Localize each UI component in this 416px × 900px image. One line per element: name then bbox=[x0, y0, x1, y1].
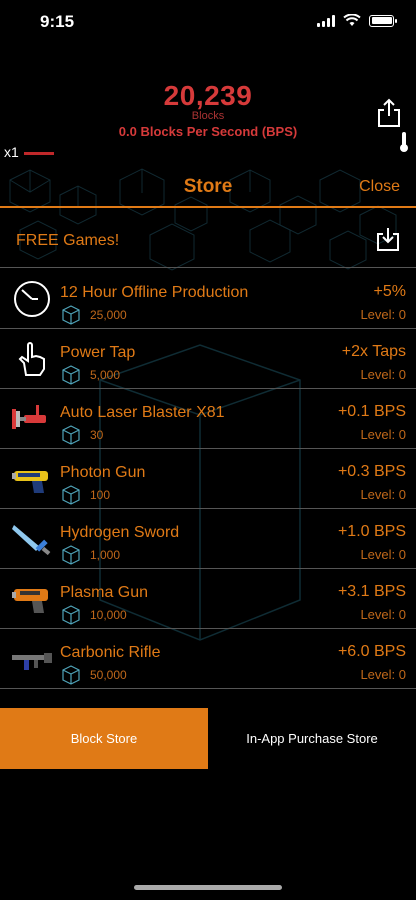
item-cost: 100 bbox=[90, 488, 111, 502]
item-effect: +6.0 BPS bbox=[337, 643, 406, 660]
item-effect: +2x Taps bbox=[341, 343, 406, 360]
store-item[interactable]: Power Tap 5,000 +2x Taps Level: 0 bbox=[0, 329, 416, 389]
item-cost: 50,000 bbox=[90, 668, 127, 682]
item-name: Carbonic Rifle bbox=[60, 644, 161, 661]
store-item[interactable]: Carbonic Rifle 50,000 +6.0 BPS Level: 0 bbox=[0, 629, 416, 689]
status-time: 9:15 bbox=[40, 12, 75, 31]
item-level: Level: 0 bbox=[360, 367, 406, 382]
store-item[interactable]: Auto Laser Blaster X81 30 +0.1 BPS Level… bbox=[0, 389, 416, 449]
tap-hand-icon bbox=[18, 342, 45, 376]
block-cube-icon bbox=[62, 365, 80, 385]
home-indicator[interactable] bbox=[134, 885, 282, 890]
store-item[interactable]: Plasma Gun 10,000 +3.1 BPS Level: 0 bbox=[0, 569, 416, 629]
block-cube-icon bbox=[62, 305, 80, 325]
bps-label: 0.0 Blocks Per Second (BPS) bbox=[118, 124, 298, 139]
item-name: Auto Laser Blaster X81 bbox=[60, 404, 225, 421]
store-item[interactable]: Photon Gun 100 +0.3 BPS Level: 0 bbox=[0, 449, 416, 509]
item-effect: +0.1 BPS bbox=[337, 403, 406, 420]
tab-block-store[interactable]: Block Store bbox=[0, 708, 208, 769]
multiplier-bar bbox=[24, 152, 54, 155]
block-cube-icon bbox=[62, 425, 80, 445]
item-level: Level: 0 bbox=[360, 487, 406, 502]
plasma-gun-icon bbox=[12, 589, 48, 613]
block-count: 20,239 bbox=[163, 80, 253, 111]
item-level: Level: 0 bbox=[360, 607, 406, 622]
item-level: Level: 0 bbox=[360, 547, 406, 562]
battery-icon bbox=[369, 14, 397, 27]
block-cube-icon bbox=[62, 485, 80, 505]
store-title: Store bbox=[183, 176, 233, 197]
item-effect: +3.1 BPS bbox=[337, 583, 406, 600]
item-level: Level: 0 bbox=[360, 667, 406, 682]
block-cube-icon bbox=[62, 665, 80, 685]
item-cost: 10,000 bbox=[90, 608, 127, 622]
item-effect: +1.0 BPS bbox=[337, 523, 406, 540]
item-cost: 30 bbox=[90, 428, 104, 442]
clock-icon bbox=[14, 281, 50, 317]
item-effect: +0.3 BPS bbox=[337, 463, 406, 480]
rifle-icon bbox=[12, 653, 52, 670]
item-cost: 25,000 bbox=[90, 308, 127, 322]
store-item[interactable]: Hydrogen Sword 1,000 +1.0 BPS Level: 0 bbox=[0, 509, 416, 569]
status-icons bbox=[317, 14, 397, 27]
item-cost: 5,000 bbox=[90, 368, 121, 382]
cellular-signal-icon bbox=[317, 14, 335, 27]
item-cost: 1,000 bbox=[90, 548, 121, 562]
item-name: Power Tap bbox=[60, 344, 136, 361]
multiplier-label: x1 bbox=[4, 144, 19, 160]
free-games-label: FREE Games! bbox=[16, 232, 120, 249]
sword-icon bbox=[12, 525, 51, 556]
download-icon[interactable] bbox=[376, 226, 400, 252]
store-header: Store Close bbox=[0, 168, 416, 208]
item-level: Level: 0 bbox=[360, 307, 406, 322]
score-header: 20,239 Blocks 0.0 Blocks Per Second (BPS… bbox=[0, 80, 416, 139]
block-cube-icon bbox=[62, 545, 80, 565]
item-level: Level: 0 bbox=[360, 427, 406, 442]
blocks-label: Blocks bbox=[191, 110, 225, 122]
free-games-row[interactable]: FREE Games! bbox=[0, 210, 416, 268]
block-cube-icon bbox=[62, 605, 80, 625]
close-button[interactable]: Close bbox=[359, 178, 400, 196]
store-tab-bar: Block Store In-App Purchase Store bbox=[0, 708, 416, 769]
store-item[interactable]: 12 Hour Offline Production 25,000 +5% Le… bbox=[0, 269, 416, 329]
item-name: Hydrogen Sword bbox=[60, 524, 180, 541]
item-name: Plasma Gun bbox=[60, 584, 149, 601]
wifi-icon bbox=[343, 14, 361, 26]
status-bar: 9:15 bbox=[0, 0, 416, 44]
store-item-list[interactable]: 12 Hour Offline Production 25,000 +5% Le… bbox=[0, 269, 416, 708]
item-effect: +5% bbox=[373, 283, 406, 300]
item-name: Photon Gun bbox=[60, 464, 146, 481]
share-icon[interactable] bbox=[376, 98, 402, 128]
photon-gun-icon bbox=[12, 471, 48, 493]
laser-blaster-icon bbox=[12, 405, 46, 429]
tab-iap-store[interactable]: In-App Purchase Store bbox=[208, 708, 416, 769]
thermometer-icon bbox=[400, 132, 408, 152]
item-name: 12 Hour Offline Production bbox=[60, 284, 249, 301]
